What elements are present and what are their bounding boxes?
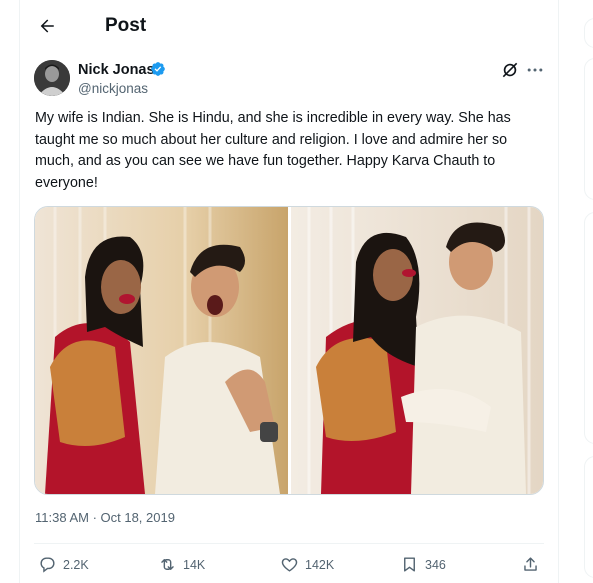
- right-panel-card: [584, 212, 593, 444]
- repost-count: 14K: [183, 557, 206, 572]
- repost-icon: [161, 559, 174, 570]
- tweet-text: My wife is Indian. She is Hindu, and she…: [35, 110, 511, 191]
- reply-button[interactable]: 2.2K: [38, 555, 89, 574]
- divider: [34, 543, 544, 544]
- bookmark-button[interactable]: 346: [400, 555, 446, 574]
- grok-icon: [502, 62, 518, 78]
- column-border-right: [558, 0, 559, 583]
- photo-1[interactable]: [35, 207, 288, 494]
- back-button[interactable]: [34, 13, 60, 39]
- page-title: Post: [105, 15, 147, 36]
- share-icon: [524, 557, 537, 571]
- right-panel-search[interactable]: [584, 18, 593, 48]
- verified-badge-icon: [151, 62, 165, 76]
- like-count: 142K: [305, 557, 335, 572]
- repost-button[interactable]: 14K: [158, 555, 205, 574]
- like-button[interactable]: 142K: [280, 555, 334, 574]
- avatar[interactable]: [34, 60, 70, 96]
- more-icon: [527, 68, 543, 72]
- post-header: Post: [20, 0, 558, 52]
- post-timestamp[interactable]: 11:38 AM · Oct 18, 2019: [35, 510, 175, 525]
- right-panel-card: [584, 456, 593, 578]
- reply-count: 2.2K: [63, 557, 89, 572]
- back-arrow-icon: [40, 19, 54, 33]
- more-button[interactable]: [525, 60, 545, 80]
- bookmark-icon: [404, 557, 415, 572]
- grok-button[interactable]: [500, 60, 520, 80]
- column-border-left: [19, 0, 20, 583]
- right-panel-card: [584, 58, 593, 200]
- bookmark-count: 346: [425, 557, 446, 572]
- reply-icon: [40, 557, 55, 573]
- author-handle[interactable]: @nickjonas: [78, 81, 148, 96]
- photo-2[interactable]: [291, 207, 543, 494]
- share-button[interactable]: [521, 555, 540, 574]
- like-icon: [281, 558, 298, 572]
- author-name[interactable]: Nick Jonas: [78, 62, 155, 78]
- media-grid: [34, 206, 544, 495]
